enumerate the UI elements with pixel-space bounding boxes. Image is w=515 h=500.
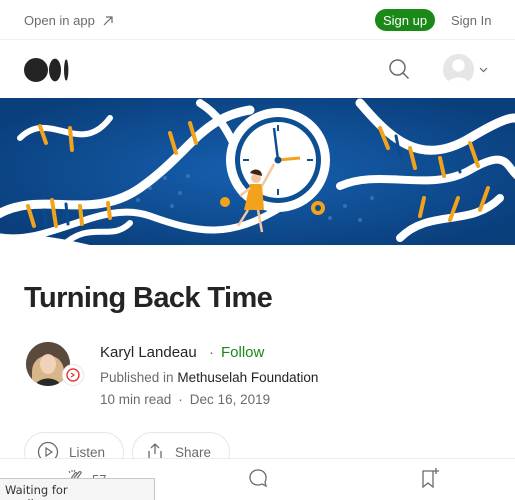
dna-clock-illustration [0,98,515,245]
browser-status-bar: Waiting for medium.com... [0,478,155,500]
top-bar: Open in app Sign up Sign In [0,0,515,40]
sign-up-button[interactable]: Sign up [375,9,435,31]
byline-separator: · [209,344,214,361]
bookmark-add-icon[interactable] [420,467,440,489]
comment-icon[interactable] [248,468,268,488]
medium-logo-icon[interactable] [24,58,70,82]
meta-separator: · [178,392,183,407]
methuselah-logo-icon [66,368,80,382]
follow-button[interactable]: Follow [221,344,264,361]
read-time: 10 min read [100,392,172,407]
publication-link[interactable]: Methuselah Foundation [177,370,318,385]
published-prefix: Published in [100,370,174,385]
search-icon[interactable] [388,58,410,80]
published-in: Published in Methuselah Foundation [100,370,318,385]
publish-date: Dec 16, 2019 [189,392,271,407]
author-name-link[interactable]: Karyl Landeau [100,344,197,361]
publication-badge[interactable] [62,364,84,386]
hero-image [0,98,515,245]
open-in-app-link[interactable]: Open in app [24,13,113,28]
sign-in-link[interactable]: Sign In [451,13,491,28]
user-avatar-icon [443,54,474,85]
open-in-app-label: Open in app [24,13,95,28]
site-header [0,41,515,98]
user-menu-button[interactable] [443,54,488,85]
article-meta: 10 min read · Dec 16, 2019 [100,392,270,407]
arrow-up-right-icon [103,15,113,25]
chevron-down-icon [479,67,488,72]
article-title: Turning Back Time [24,282,273,314]
